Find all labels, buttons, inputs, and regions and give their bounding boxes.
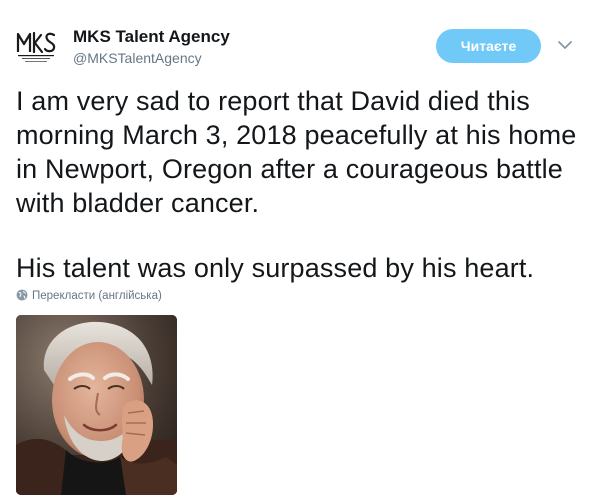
tweet-paragraph: His talent was only surpassed by his hea… bbox=[16, 253, 535, 283]
display-name[interactable]: MKS Talent Agency bbox=[73, 26, 230, 48]
translate-label[interactable]: Перекласти (англійська) bbox=[32, 290, 162, 302]
translate-link[interactable]: Перекласти (англійська) bbox=[16, 289, 162, 303]
photo-of-smiling-elderly-man-icon bbox=[16, 315, 177, 495]
tweet: MKS Talent Agency @MKSTalentAgency Читає… bbox=[0, 0, 599, 501]
user-handle[interactable]: @MKSTalentAgency bbox=[73, 49, 230, 67]
tweet-photo[interactable] bbox=[16, 315, 177, 495]
chevron-down-icon[interactable] bbox=[557, 38, 573, 52]
avatar[interactable] bbox=[14, 22, 60, 68]
agency-logo-icon bbox=[14, 22, 60, 68]
following-button[interactable]: Читаєте bbox=[436, 29, 541, 63]
tweet-paragraph: I am very sad to report that David died … bbox=[16, 86, 577, 218]
author-block: MKS Talent Agency @MKSTalentAgency bbox=[73, 26, 230, 67]
globe-icon bbox=[16, 289, 28, 301]
tweet-text: I am very sad to report that David died … bbox=[16, 84, 586, 285]
